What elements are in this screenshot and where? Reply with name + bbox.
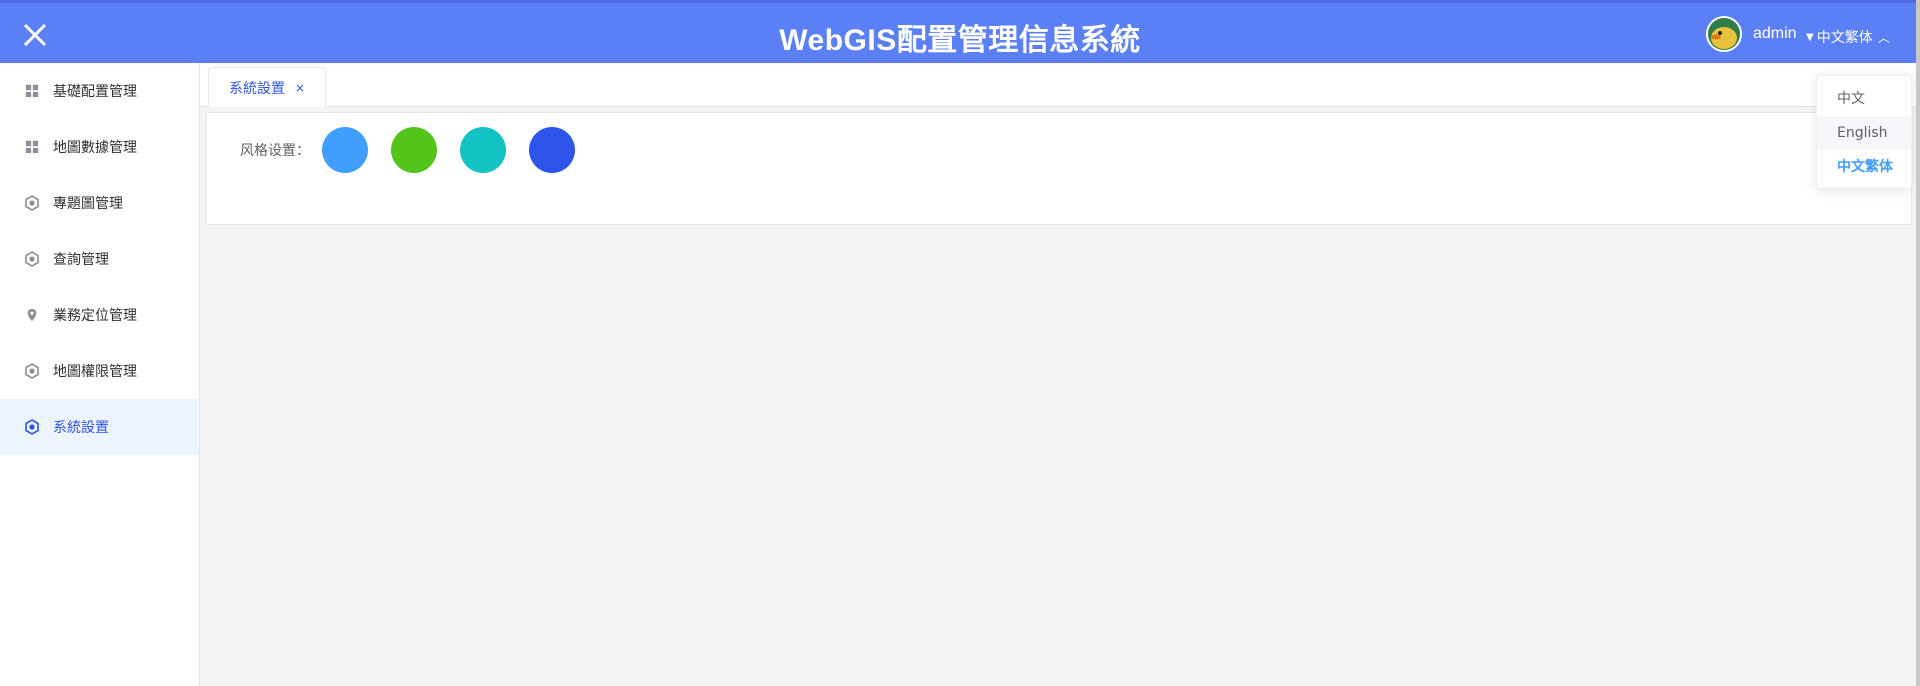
theme-color-navy-swatch[interactable] — [529, 127, 575, 173]
tab-label: 系統設置 — [229, 80, 285, 97]
top-header: WebGIS配置管理信息系統 admin ▼ 中文繁体 ︿ — [0, 0, 1920, 63]
theme-color-blue-swatch[interactable] — [322, 127, 368, 173]
language-option-en[interactable]: English — [1817, 116, 1911, 150]
username[interactable]: admin — [1753, 25, 1797, 43]
chevron-up-icon: ︿ — [1877, 30, 1890, 45]
language-switcher[interactable]: ▼ 中文繁体 ︿ — [1806, 27, 1890, 47]
tab-system-settings[interactable]: 系統設置 × — [208, 67, 327, 107]
sidebar-item-label: 地圖數據管理 — [53, 140, 137, 156]
location-pin-icon — [24, 307, 40, 323]
sidebar-item[interactable]: 業務定位管理 — [0, 287, 199, 343]
settings-panel: 风格设置： — [206, 112, 1912, 225]
sidebar-menu: 基礎配置管理 地圖數據管理 專題圖管理查詢管理業務定位管理 地圖權限管理 系統設置 — [0, 63, 200, 686]
hexagon-gear-icon — [24, 419, 40, 435]
hexagon-gear-icon — [24, 251, 40, 267]
sidebar-item[interactable]: 地圖數據管理 — [0, 119, 199, 175]
language-dropdown: 中文 English 中文繁体 — [1816, 75, 1912, 189]
theme-color-cyan-swatch[interactable] — [460, 127, 506, 173]
grid-icon — [24, 83, 40, 99]
hexagon-gear-icon — [24, 363, 40, 379]
sidebar-item-label: 系統設置 — [53, 420, 109, 436]
duck-avatar-icon — [1708, 18, 1740, 50]
sidebar-item-label: 地圖權限管理 — [53, 364, 137, 380]
sidebar-item[interactable]: 基礎配置管理 — [0, 63, 199, 119]
sidebar-item-label: 專題圖管理 — [53, 196, 123, 212]
theme-color-green-swatch[interactable] — [391, 127, 437, 173]
sidebar-item[interactable]: 專題圖管理 — [0, 175, 199, 231]
avatar[interactable] — [1706, 16, 1742, 52]
hexagon-gear-icon — [24, 195, 40, 211]
sidebar-item[interactable]: 查詢管理 — [0, 231, 199, 287]
language-option-zh-hant[interactable]: 中文繁体 — [1817, 150, 1911, 184]
current-language: 中文繁体 — [1816, 30, 1873, 46]
tab-close-icon[interactable]: × — [295, 81, 305, 95]
sidebar-item[interactable]: 地圖權限管理 — [0, 343, 199, 399]
sidebar-item-label: 查詢管理 — [53, 252, 109, 268]
sidebar-item[interactable]: 系統設置 — [0, 399, 199, 455]
grid-icon — [24, 139, 40, 155]
app-title: WebGIS配置管理信息系統 — [779, 24, 1141, 57]
sidebar-item-label: 基礎配置管理 — [53, 84, 137, 100]
window-edge — [1916, 0, 1920, 686]
style-setting-label: 风格设置： — [240, 143, 310, 159]
language-option-zh[interactable]: 中文 — [1817, 82, 1911, 116]
tab-bar: 系統設置 × — [200, 63, 1916, 107]
caret-down-icon: ▼ — [1806, 31, 1814, 43]
sidebar-item-label: 業務定位管理 — [53, 308, 137, 324]
